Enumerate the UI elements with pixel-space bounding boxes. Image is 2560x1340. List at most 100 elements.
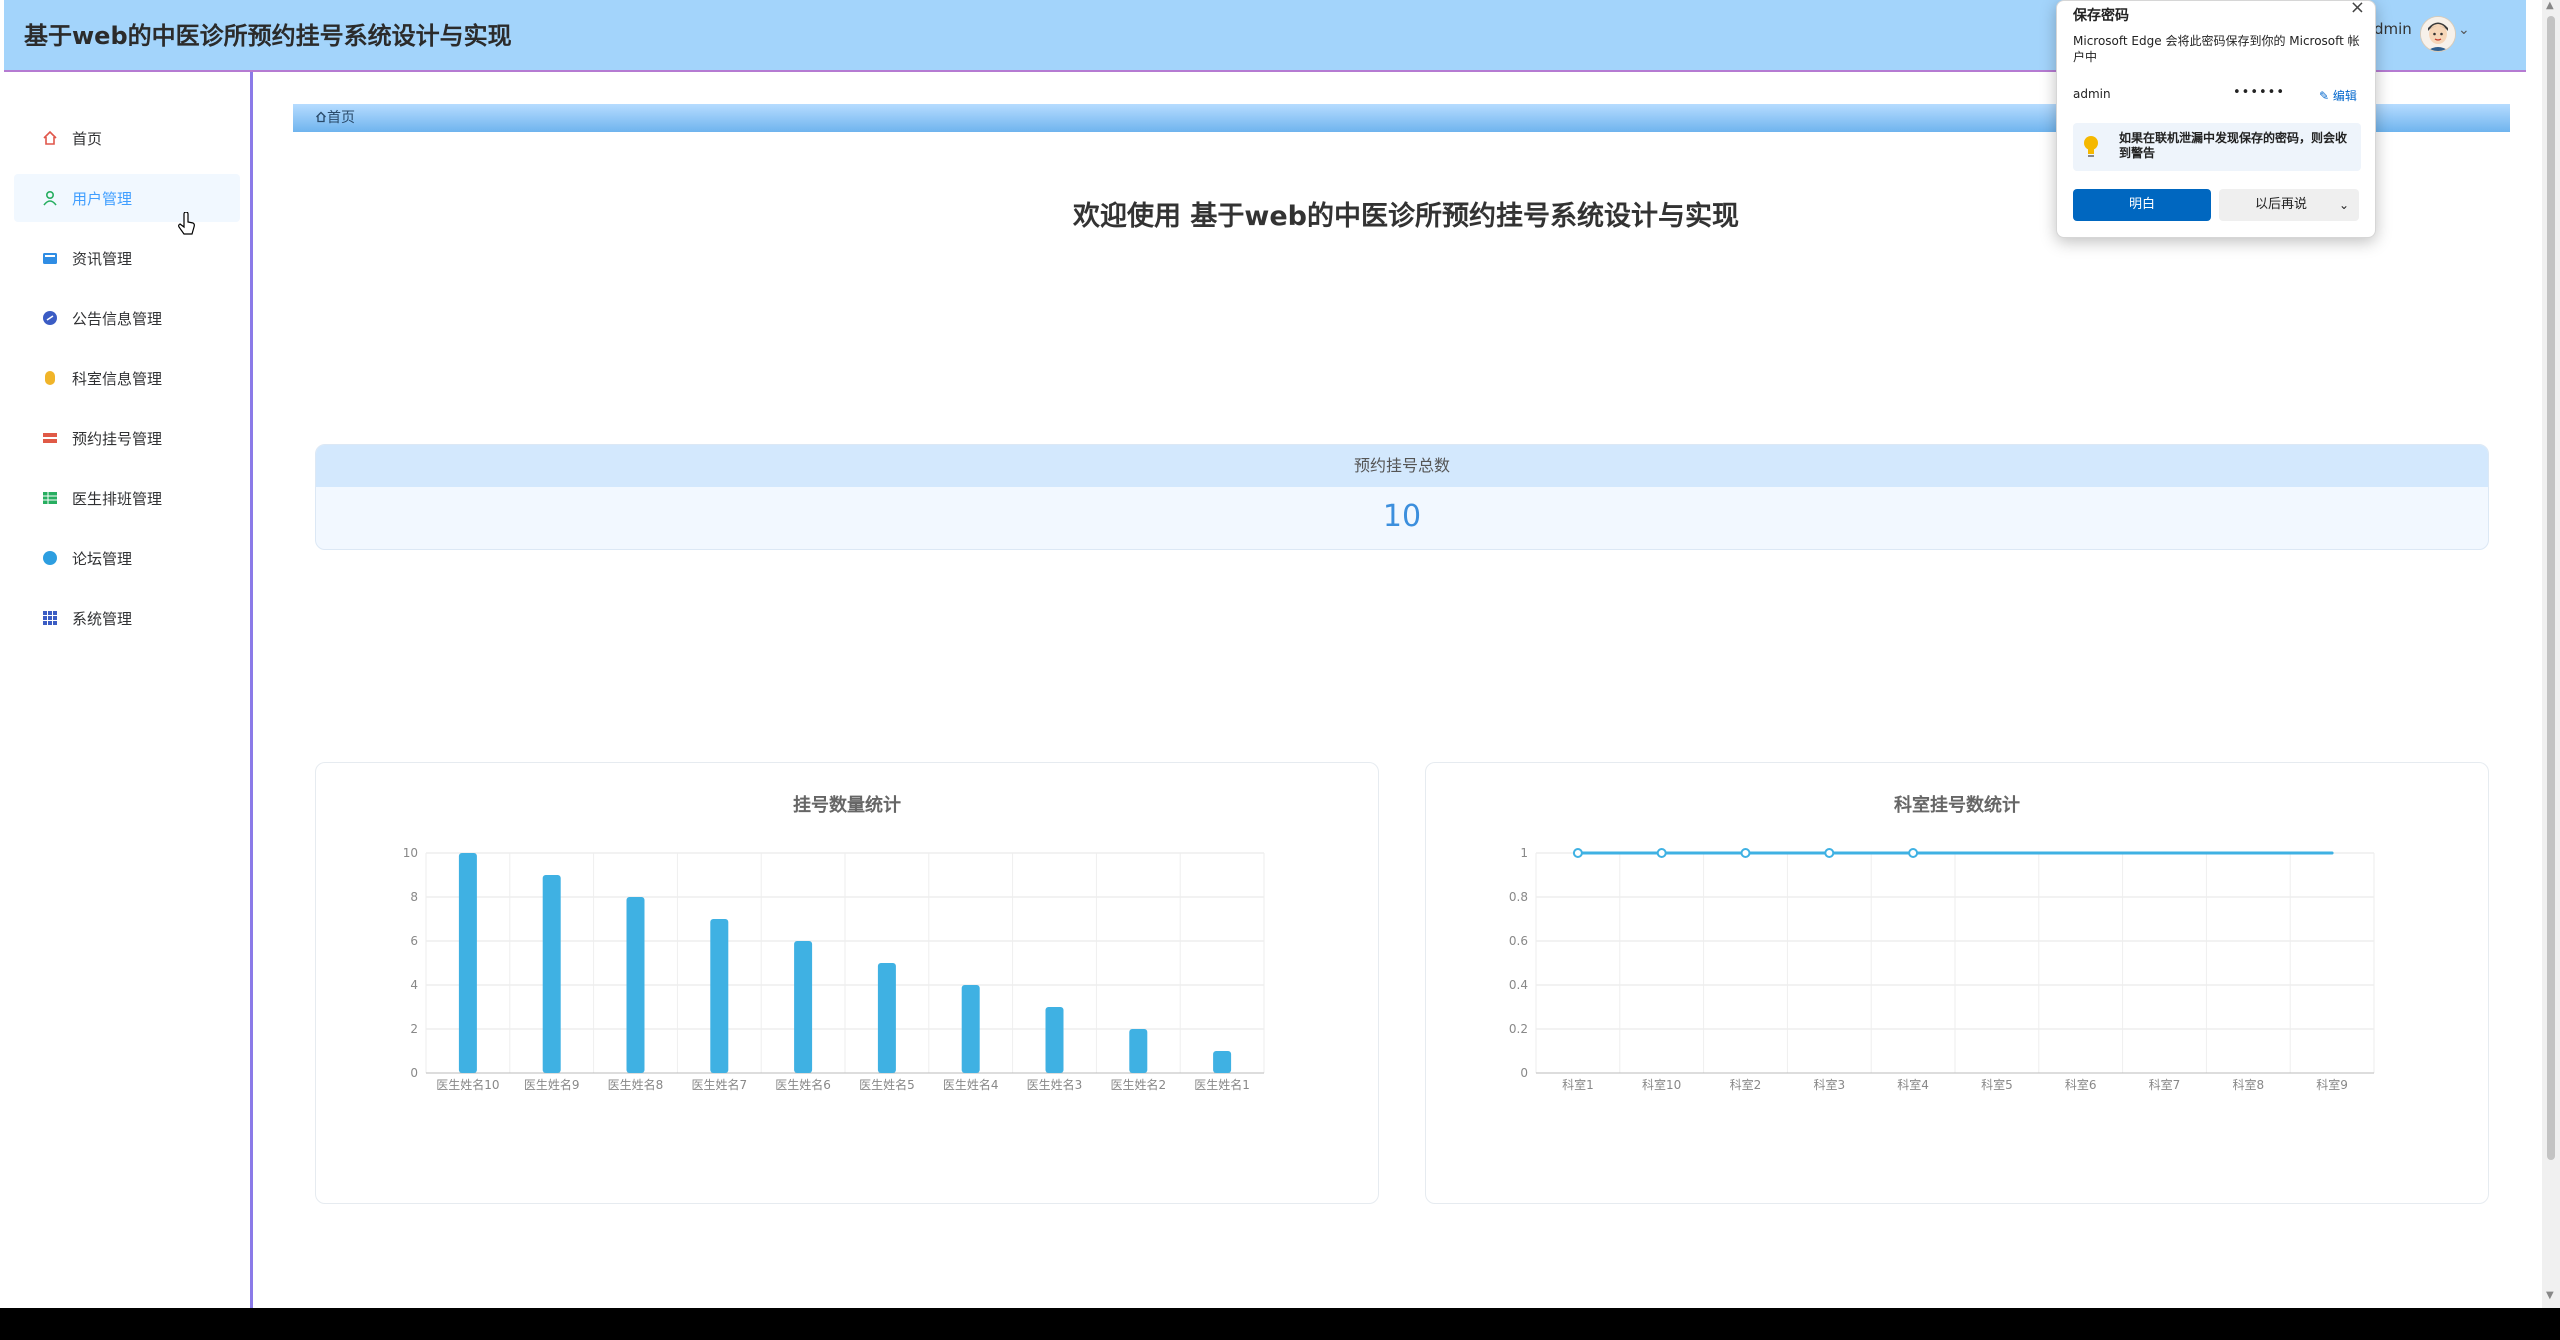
data-point[interactable] [1995,851,1999,855]
edit-button[interactable]: ✎ 编辑 [2319,87,2357,104]
got-it-button[interactable]: 明白 [2073,189,2211,221]
main-content: 首页 欢迎使用 基于web的中医诊所预约挂号系统设计与实现 预约挂号总数 10 … [253,72,2526,1308]
data-point[interactable] [1824,848,1835,858]
appointment-icon [38,430,62,446]
sidebar-item-label: 用户管理 [72,189,133,208]
sidebar-item-appointments[interactable]: 预约挂号管理 [14,414,240,462]
home-icon [38,130,62,146]
saved-username: admin [2073,87,2111,101]
data-point[interactable] [1740,848,1751,858]
popup-title: 保存密码 [2073,8,2129,24]
y-tick-label: 1 [1520,846,1528,860]
scrollbar-thumb[interactable] [2547,16,2555,1160]
x-tick-label: 科室1 [1562,1077,1594,1092]
x-tick-label: 科室2 [1730,1077,1762,1092]
user-icon [38,190,62,206]
x-tick-label: 科室10 [1642,1077,1681,1092]
y-tick-label: 8 [410,890,418,904]
y-tick-label: 0.6 [1509,934,1528,948]
bar[interactable] [877,963,896,1073]
close-icon[interactable]: × [2350,0,2365,18]
chevron-down-icon[interactable]: ⌄ [2458,22,2470,38]
sidebar-item-label: 医生排班管理 [72,489,163,508]
y-tick-label: 0.2 [1509,1022,1528,1036]
avatar-face-icon [2421,17,2455,51]
scroll-down-icon[interactable]: ▼ [2546,1290,2554,1301]
user-name[interactable]: dmin [2374,20,2412,38]
bar-chart-card: 挂号数量统计 0 2 4 6 8 10 医生姓名10 医生姓名9 医生姓名8 医生姓名7 医生姓名6… [315,762,1379,1204]
stat-label: 预约挂号总数 [316,445,2488,487]
line-chart: 0 0.2 0.4 0.6 0.8 1 科室1 科室10 科室2 科室3 科室4 科室5 科室6 科室7 科… [1509,846,2375,1092]
not-now-label: 以后再说 [2255,197,2308,212]
data-point[interactable] [1908,848,1919,858]
sidebar-item-label: 首页 [72,129,103,148]
sidebar-item-system[interactable]: 系统管理 [14,594,240,642]
bar[interactable] [710,919,729,1073]
notice-icon [38,310,62,326]
sidebar-item-label: 公告信息管理 [72,309,163,328]
data-point[interactable] [1656,848,1667,858]
schedule-icon [38,490,62,506]
sidebar-item-news[interactable]: 资讯管理 [14,234,240,282]
sidebar-item-notices[interactable]: 公告信息管理 [14,294,240,342]
pencil-icon: ✎ [2319,89,2330,103]
y-tick-label: 0.8 [1509,890,1528,904]
y-tick-label: 4 [410,978,418,992]
not-now-button[interactable]: 以后再说 ⌄ [2219,189,2359,221]
x-tick-label: 医生姓名3 [1027,1077,1083,1092]
sidebar-item-label: 系统管理 [72,609,133,628]
sidebar-item-departments[interactable]: 科室信息管理 [14,354,240,402]
popup-description: Microsoft Edge 会将此密码保存到你的 Microsoft 帐户中 [2073,34,2360,64]
app-title: 基于web的中医诊所预约挂号系统设计与实现 [24,22,512,50]
data-point[interactable] [2163,851,2166,855]
data-point[interactable] [2330,851,2334,855]
bar[interactable] [1045,1007,1064,1073]
edit-label: 编辑 [2332,89,2357,103]
data-point[interactable] [2246,851,2250,855]
x-tick-label: 科室3 [1813,1077,1845,1092]
x-tick-label: 医生姓名9 [524,1077,580,1092]
bar[interactable] [626,897,645,1073]
sidebar-item-schedules[interactable]: 医生排班管理 [14,474,240,522]
sidebar-item-users[interactable]: 用户管理 [14,174,240,222]
y-tick-label: 0 [410,1066,418,1080]
saved-password-mask: •••••• [2233,85,2286,100]
save-password-popup: 保存密码 × Microsoft Edge 会将此密码保存到你的 Microso… [2056,0,2376,238]
page-scrollbar[interactable]: ▲ ▼ [2542,0,2560,1308]
x-tick-label: 医生姓名5 [859,1077,915,1092]
x-tick-label: 科室5 [1981,1077,2013,1092]
x-tick-label: 医生姓名6 [775,1077,831,1092]
data-point[interactable] [1572,848,1583,858]
bar-chart: 0 2 4 6 8 10 医生姓名10 医生姓名9 医生姓名8 医生姓名7 医生姓名6 医生姓名5 医生… [403,846,1265,1092]
bar[interactable] [794,941,813,1073]
sidebar-item-label: 资讯管理 [72,249,133,268]
x-tick-label: 医生姓名10 [436,1077,499,1092]
y-tick-label: 0 [1520,1066,1528,1080]
bar[interactable] [1213,1051,1232,1073]
department-icon [38,370,62,386]
breadcrumb-home[interactable]: 首页 [315,110,355,126]
line-chart-card: 科室挂号数统计 0 0.2 0.4 0.6 0.8 1 科室1 科室10 科室2 科室3 科室4 科室… [1425,762,2489,1204]
bar[interactable] [542,875,561,1073]
news-icon [38,250,62,266]
x-tick-label: 医生姓名1 [1194,1077,1250,1092]
scroll-up-icon[interactable]: ▲ [2546,0,2554,11]
bar[interactable] [1129,1029,1148,1073]
x-tick-label: 科室9 [2316,1077,2348,1092]
y-tick-label: 6 [410,934,418,948]
lightbulb-icon [2081,133,2101,162]
chevron-down-icon[interactable]: ⌄ [2339,189,2349,221]
y-tick-label: 2 [410,1022,418,1036]
x-tick-label: 医生姓名4 [943,1077,999,1092]
bar[interactable] [458,853,477,1073]
avatar[interactable] [2420,16,2456,52]
tip-text: 如果在联机泄漏中发现保存的密码，则会收到警告 [2119,131,2348,160]
y-tick-label: 0.4 [1509,978,1528,992]
data-point[interactable] [2079,851,2083,855]
stat-value: 10 [1382,499,1422,534]
leak-warning-tip: 如果在联机泄漏中发现保存的密码，则会收到警告 [2073,123,2361,171]
sidebar-item-home[interactable]: 首页 [14,114,240,162]
total-appointments-card: 预约挂号总数 10 [315,444,2489,550]
bar[interactable] [961,985,980,1073]
sidebar-item-forum[interactable]: 论坛管理 [14,534,240,582]
